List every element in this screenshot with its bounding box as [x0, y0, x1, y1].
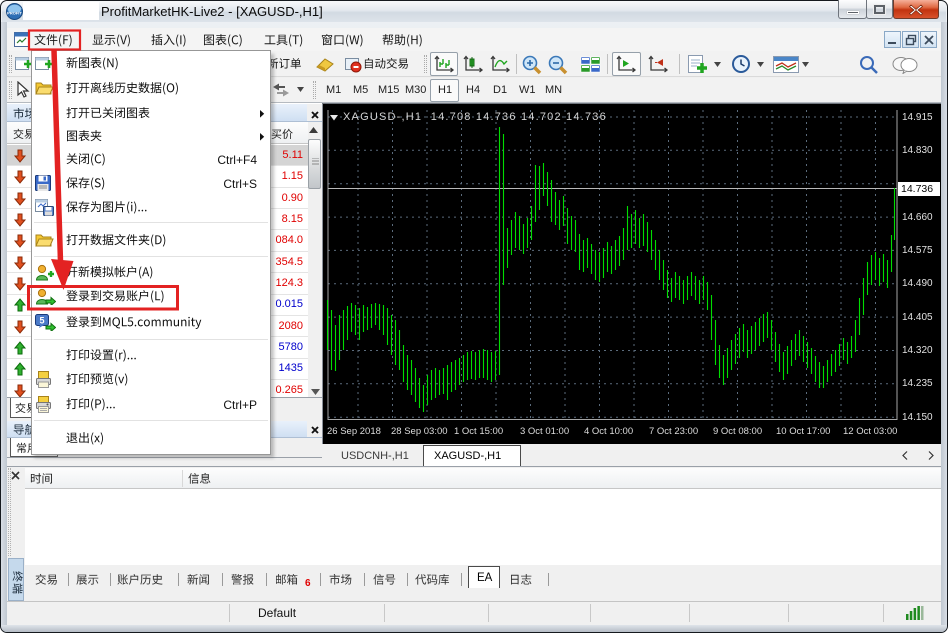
- svg-text:5: 5: [39, 316, 44, 326]
